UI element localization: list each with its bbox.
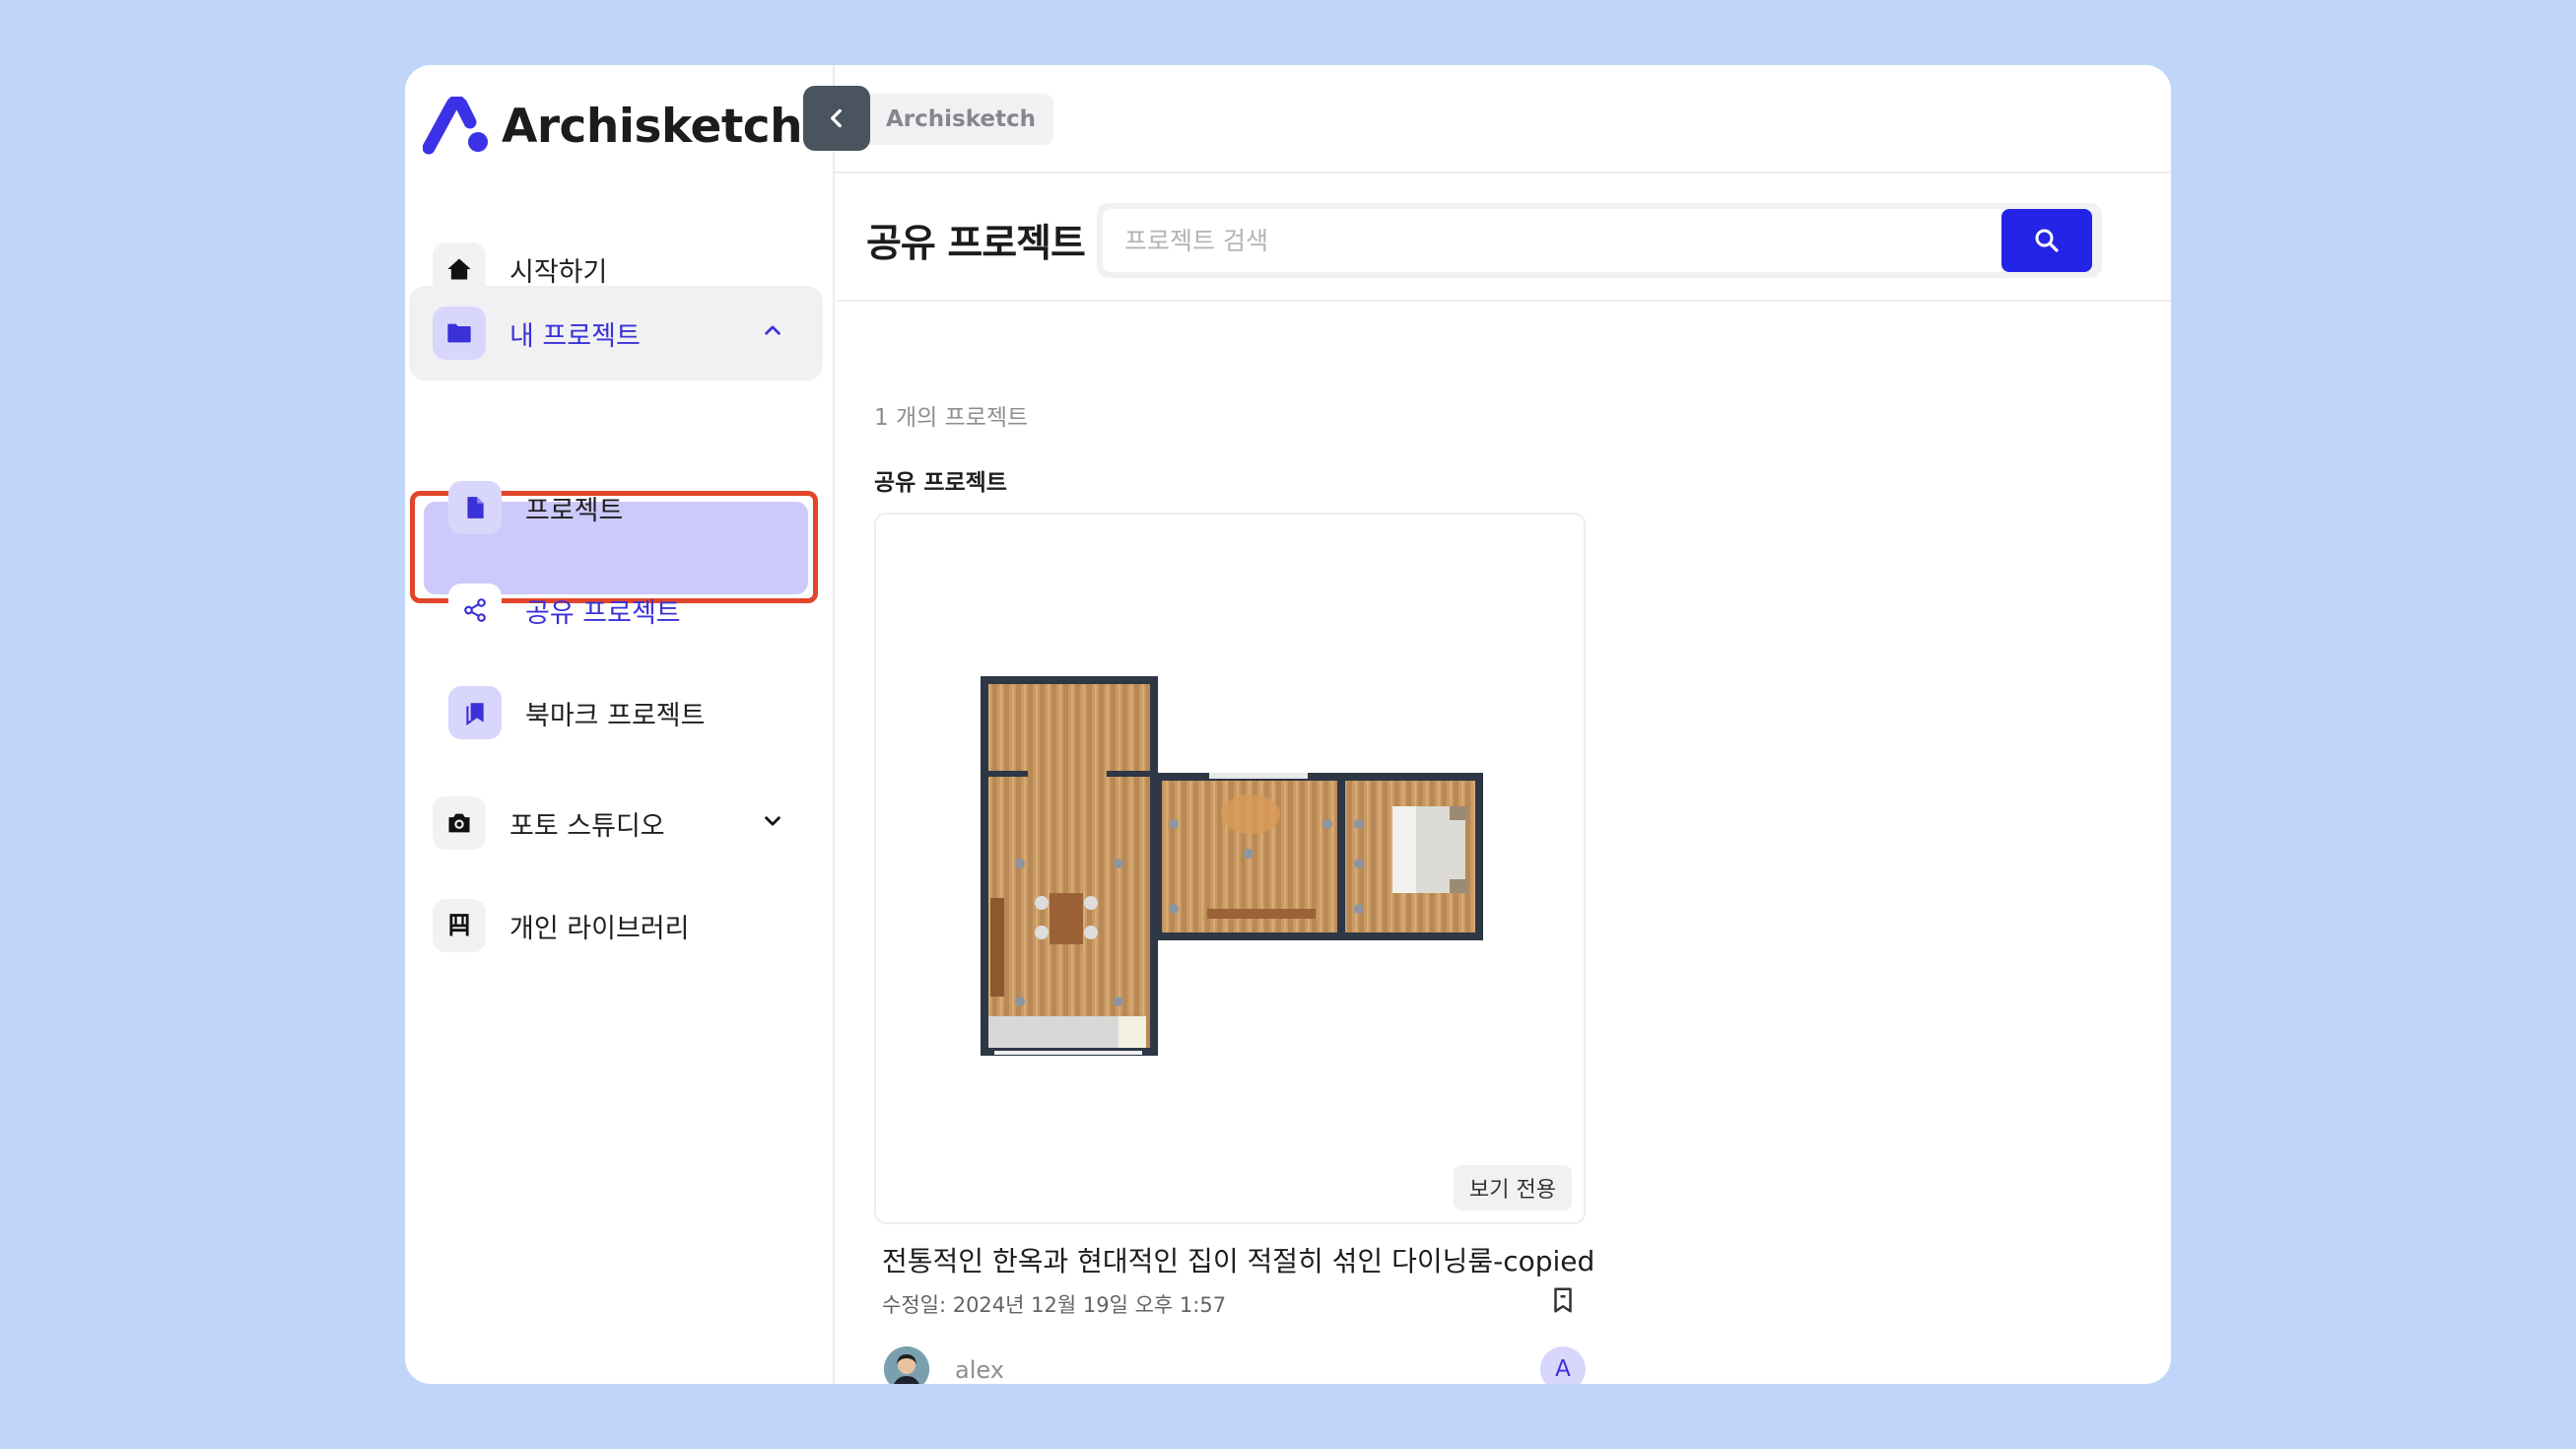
sidebar-item-label: 공유 프로젝트 — [525, 597, 681, 629]
floorplan-thumbnail — [981, 676, 1483, 1056]
project-count: 1 개의 프로젝트 — [874, 405, 1029, 431]
main-content: 공유 프로젝트 1 개의 프로젝트 공유 프로젝트 — [837, 173, 2171, 1384]
brand-name: Archisketch — [502, 99, 803, 154]
member-initial-avatar[interactable]: A — [1540, 1346, 1586, 1384]
main-header: 공유 프로젝트 — [837, 173, 2171, 302]
file-icon — [448, 481, 502, 534]
sidebar-item-label: 개인 라이브러리 — [509, 913, 690, 944]
chair-icon — [433, 899, 486, 952]
search-button[interactable] — [2001, 209, 2092, 272]
bookmark-icon — [448, 686, 502, 739]
chevron-up-icon[interactable] — [762, 318, 783, 349]
app-window: Archisketch 시작하기 내 프로젝트 프로젝트 공유 프로젝트 북마크… — [405, 65, 2171, 1384]
search-icon — [2035, 229, 2059, 252]
author-name: alex — [955, 1356, 1004, 1384]
sidebar-item-projects[interactable]: 프로젝트 — [448, 481, 623, 534]
sidebar-item-label: 프로젝트 — [525, 495, 624, 526]
sidebar-item-label: 시작하기 — [509, 256, 608, 288]
search-bar — [1097, 203, 2102, 278]
view-only-badge: 보기 전용 — [1454, 1165, 1572, 1210]
sidebar-item-label: 북마크 프로젝트 — [525, 700, 706, 731]
sidebar-item-shared-projects[interactable]: 공유 프로젝트 — [448, 584, 681, 637]
archisketch-logo-icon — [423, 97, 488, 155]
chevron-down-icon[interactable] — [762, 808, 783, 839]
sidebar-item-start[interactable]: 시작하기 — [433, 242, 607, 296]
search-input[interactable] — [1103, 209, 2003, 272]
project-title[interactable]: 전통적인 한옥과 현대적인 집이 적절히 섞인 다이닝룸-copied — [882, 1240, 1594, 1279]
sidebar-item-photo-studio[interactable]: 포토 스튜디오 — [433, 796, 813, 850]
sidebar-item-label: 내 프로젝트 — [509, 320, 641, 352]
page-title: 공유 프로젝트 — [866, 222, 1086, 266]
share-icon — [448, 584, 502, 637]
sidebar: Archisketch 시작하기 내 프로젝트 프로젝트 공유 프로젝트 북마크… — [405, 65, 835, 1384]
sidebar-item-label: 포토 스튜디오 — [509, 810, 665, 842]
folder-icon — [433, 307, 486, 360]
camera-icon — [433, 796, 486, 850]
sidebar-item-my-projects[interactable]: 내 프로젝트 — [433, 307, 813, 360]
sidebar-item-bookmarked-projects[interactable]: 북마크 프로젝트 — [448, 686, 705, 739]
home-icon — [433, 242, 486, 296]
project-card[interactable]: 보기 전용 — [874, 513, 1586, 1224]
sidebar-item-personal-library[interactable]: 개인 라이브러리 — [433, 899, 689, 952]
top-bar — [835, 65, 2171, 173]
project-modified-date: 수정일: 2024년 12월 19일 오후 1:57 — [882, 1293, 1227, 1317]
bookmark-toggle-icon[interactable] — [1548, 1285, 1578, 1319]
author-avatar — [884, 1346, 929, 1384]
brand-logo[interactable]: Archisketch — [423, 89, 803, 164]
section-label: 공유 프로젝트 — [874, 470, 1007, 496]
